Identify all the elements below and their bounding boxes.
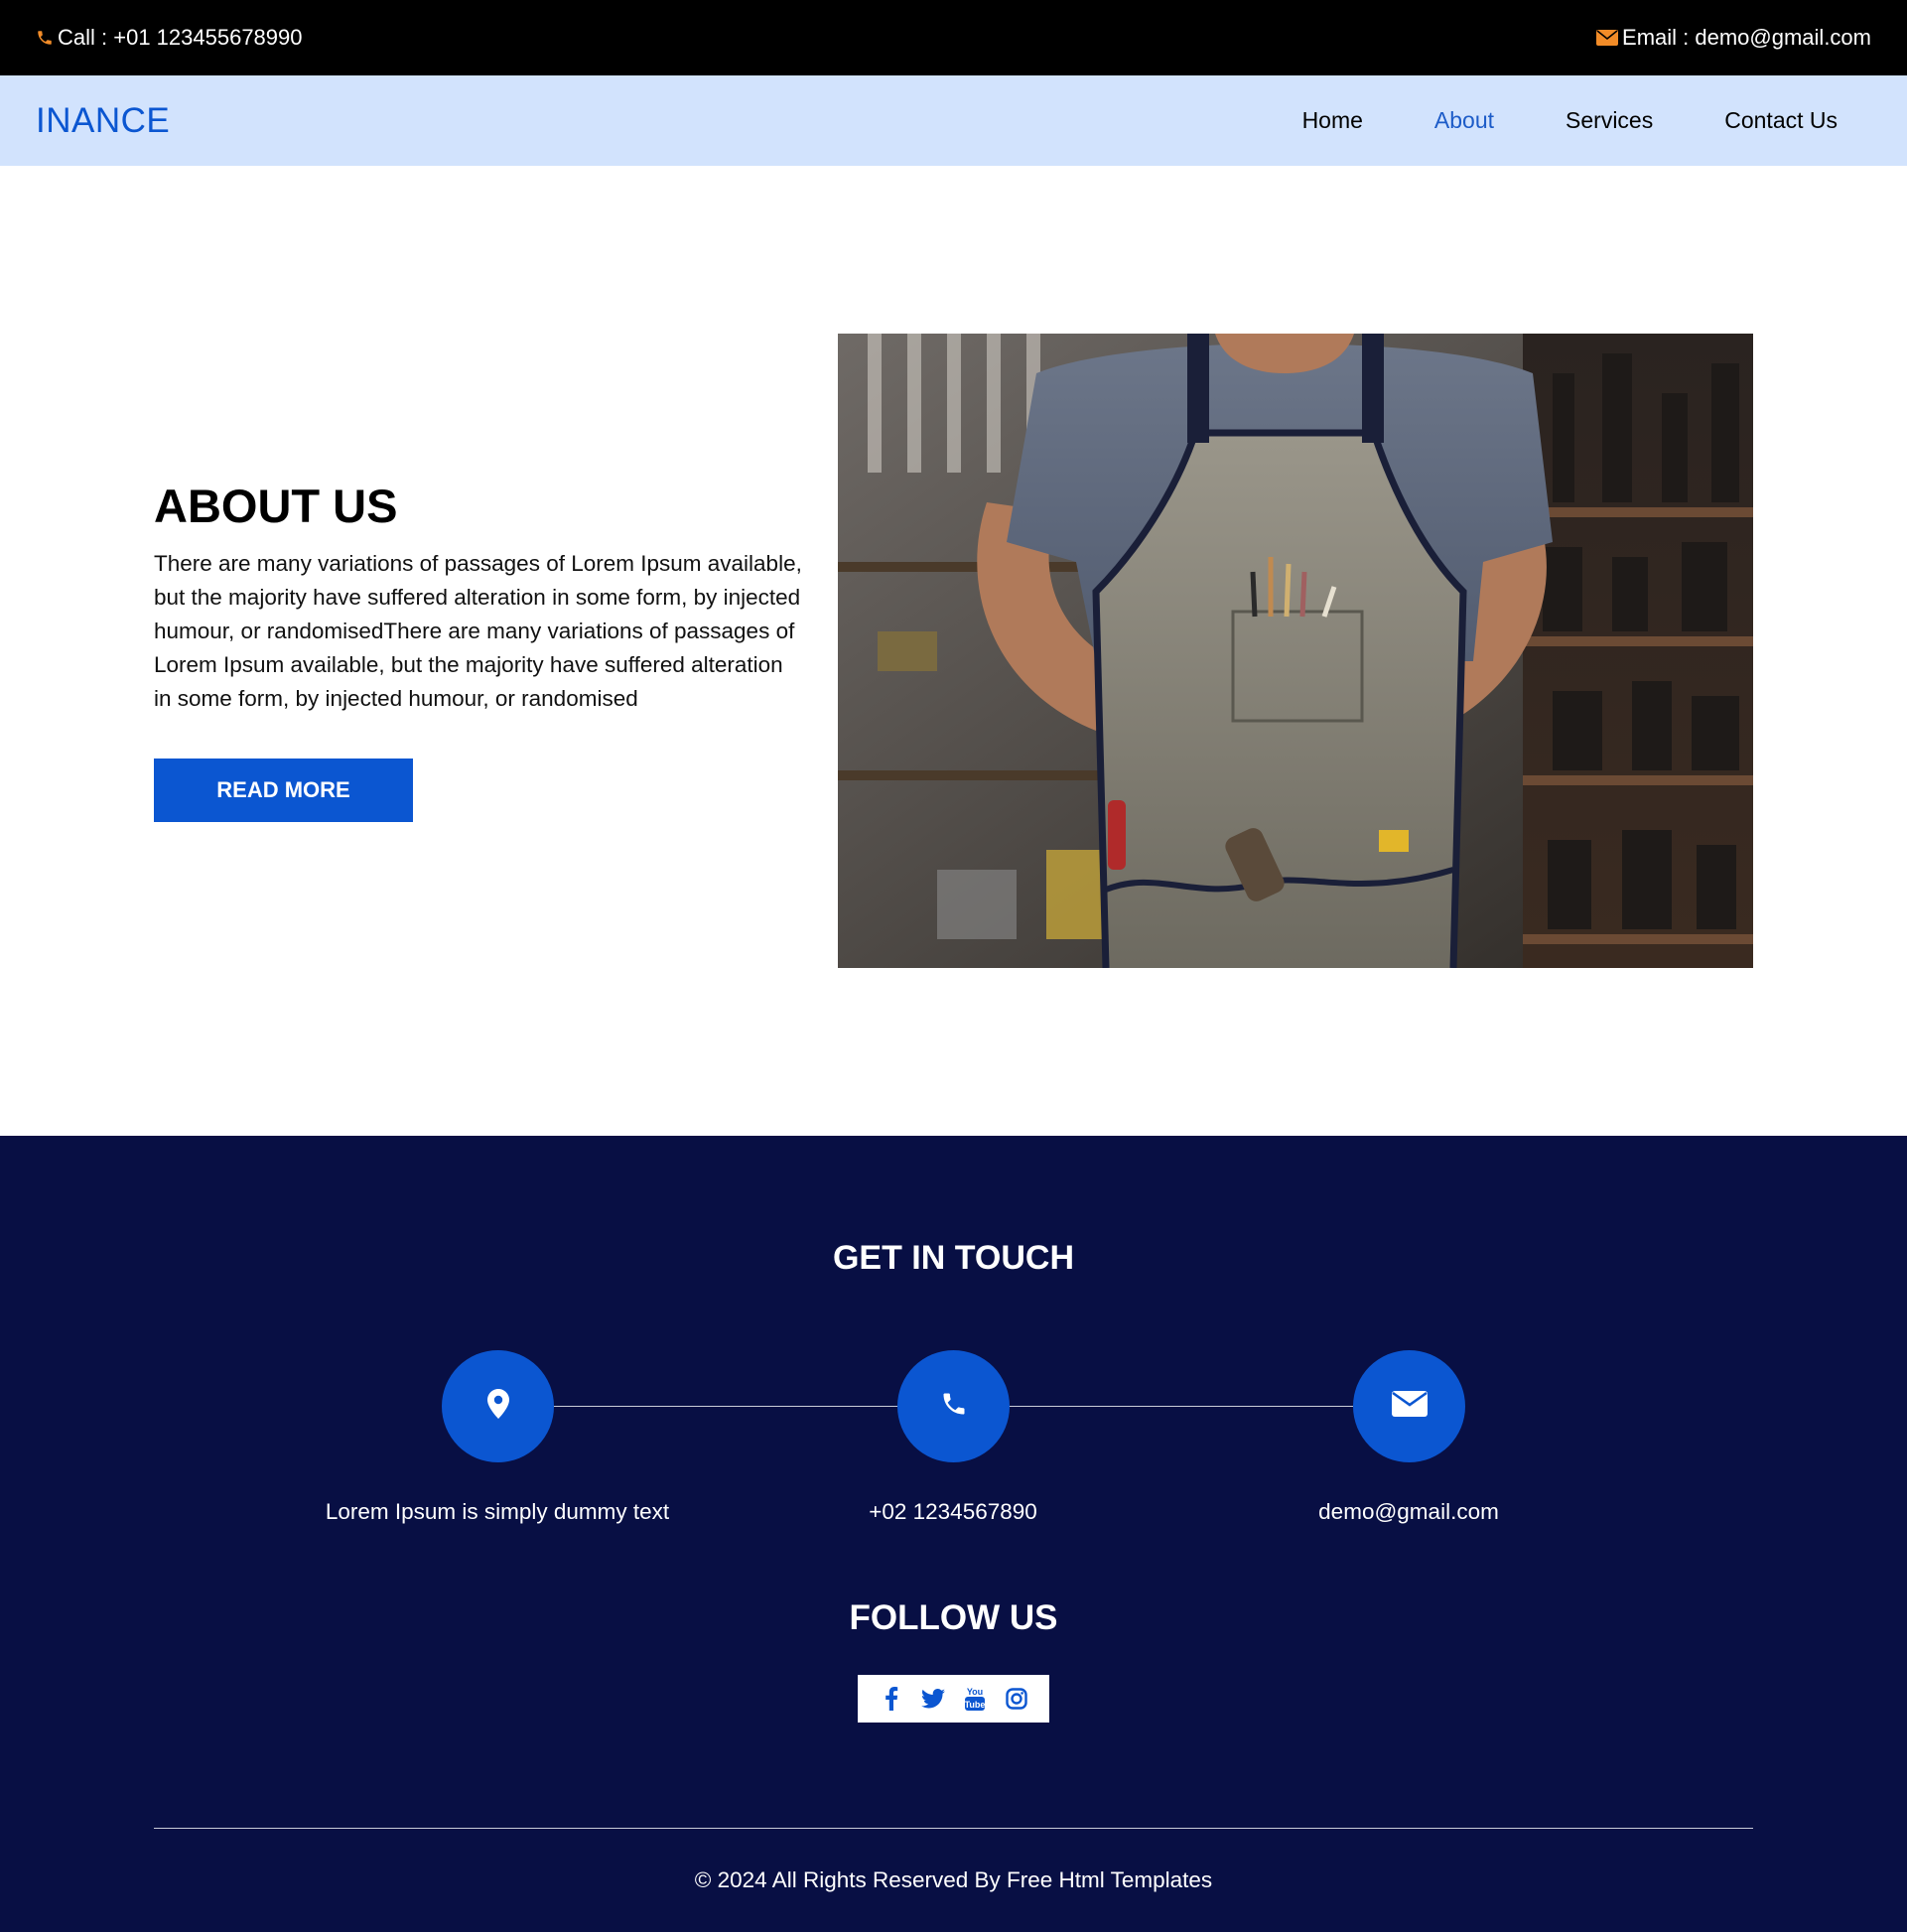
location-pin-icon [486,1389,509,1424]
email-info[interactable]: Email : demo@gmail.com [1596,25,1871,51]
nav-item-contact-us[interactable]: Contact Us [1724,107,1838,134]
footer-divider [154,1828,1753,1829]
about-title: ABOUT US [154,480,398,532]
twitter-icon[interactable] [920,1686,946,1712]
location-circle[interactable] [442,1350,554,1462]
main-navbar: INANCE Home About Services Contact Us [0,75,1907,166]
address-text: Lorem Ipsum is simply dummy text [325,1499,670,1524]
phone-circle[interactable] [897,1350,1010,1462]
call-text: Call : +01 123455678990 [58,25,303,50]
about-description: There are many variations of passages of… [154,551,802,711]
footer-section: GET IN TOUCH Lorem Ipsum is simply dummy… [0,1136,1907,1932]
svg-text:Tube: Tube [964,1700,985,1710]
envelope-icon [1596,29,1619,47]
email-text: demo@gmail.com [1318,1499,1499,1524]
get-in-touch-title: GET IN TOUCH [832,1239,1075,1277]
about-image [838,334,1753,968]
envelope-icon [1391,1390,1428,1423]
social-links: You Tube [858,1675,1049,1723]
copyright-text: © 2024 All Rights Reserved By Free Html … [694,1867,1213,1892]
phone-text: +02 1234567890 [869,1499,1037,1524]
youtube-icon[interactable]: You Tube [962,1686,988,1712]
brand-logo[interactable]: INANCE [36,101,170,141]
nav-menu: Home About Services Contact Us [1231,107,1838,134]
call-info[interactable]: Call : +01 123455678990 [36,25,303,51]
read-more-button[interactable]: READ MORE [154,759,413,822]
phone-icon [940,1390,968,1423]
connector-line [1009,1406,1353,1407]
top-contact-bar: Call : +01 123455678990 Email : demo@gma… [0,0,1907,75]
nav-item-services[interactable]: Services [1566,107,1653,134]
connector-line [553,1406,897,1407]
facebook-icon[interactable] [879,1686,904,1712]
email-text: Email : demo@gmail.com [1622,25,1871,50]
instagram-icon[interactable] [1004,1686,1029,1712]
follow-us-title: FOLLOW US [849,1598,1058,1637]
phone-icon [36,29,54,47]
nav-item-about[interactable]: About [1434,107,1494,134]
worker-apron-photo [838,334,1753,968]
svg-text:You: You [966,1687,982,1697]
nav-item-home[interactable]: Home [1302,107,1363,134]
email-circle[interactable] [1353,1350,1465,1462]
